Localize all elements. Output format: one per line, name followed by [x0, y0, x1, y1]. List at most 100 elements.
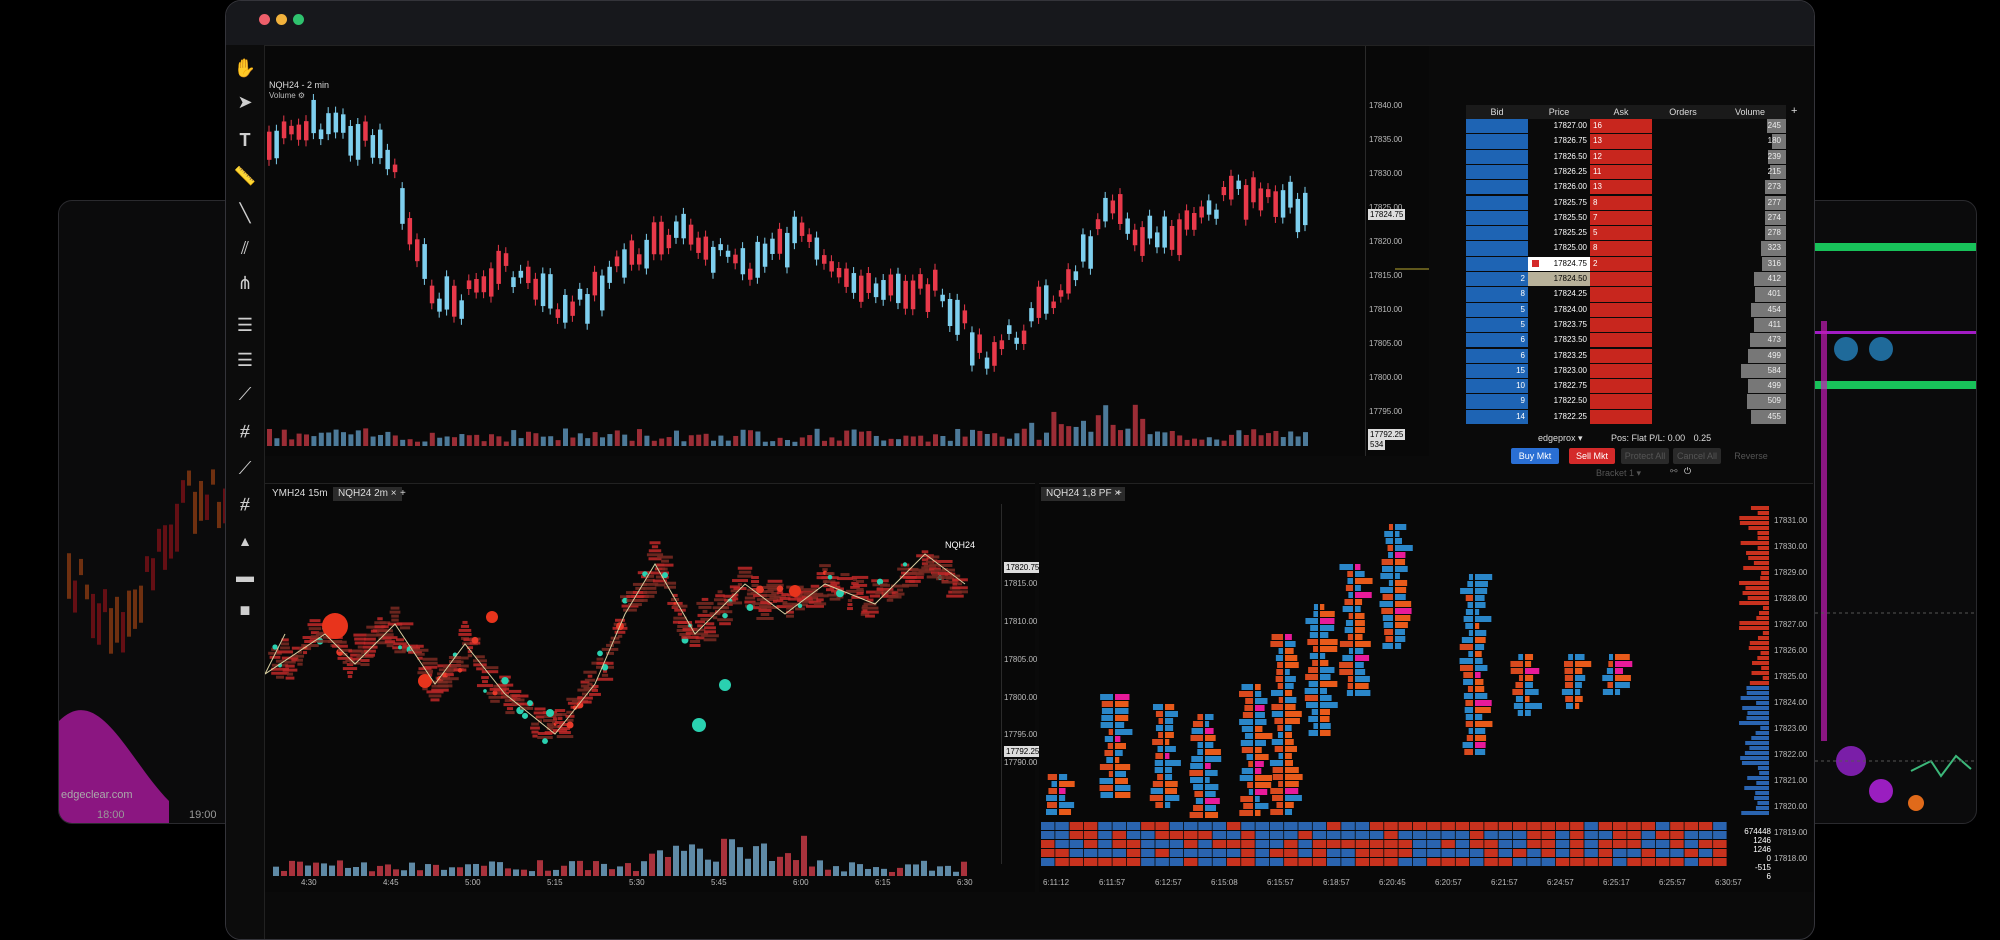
footprint-bid-cell: [1099, 778, 1113, 784]
add-column-icon[interactable]: +: [1791, 105, 1797, 117]
close-window-button[interactable]: [259, 14, 270, 25]
delta-cell: [1598, 822, 1613, 830]
reverse-button[interactable]: Reverse: [1728, 448, 1774, 464]
footprint-ask-cell: [1255, 761, 1264, 767]
large-trade-bubble: [486, 611, 498, 623]
volume-bar: [822, 440, 827, 446]
extended-line-icon[interactable]: ⟋: [230, 455, 260, 481]
volume-bar: [385, 431, 391, 446]
volume-bar: [836, 440, 842, 446]
trade-bubble: [521, 712, 529, 719]
footprint-cell: [786, 614, 794, 618]
candle: [400, 188, 405, 224]
delta-cell: [1355, 858, 1370, 866]
maximize-window-button[interactable]: [293, 14, 304, 25]
price-ladder[interactable]: Bid Price Ask Orders Volume + 17827.00 16 245 1…: [1466, 105, 1806, 483]
price-tick: 17810.00: [1369, 305, 1403, 314]
footprint-bid-cell: [1380, 587, 1393, 593]
volume-bar: [526, 431, 531, 446]
bracket-select[interactable]: Bracket 1 ▾: [1596, 466, 1656, 480]
hand-icon[interactable]: ✋: [230, 55, 260, 81]
gann-fan-icon[interactable]: ⧣: [230, 490, 260, 516]
candle: [1155, 232, 1160, 248]
delta-cell: [1298, 840, 1312, 848]
fixed-profile-icon[interactable]: ☰: [230, 347, 260, 373]
delta-cell: [1427, 822, 1441, 830]
working-order-marker[interactable]: [1532, 259, 1539, 267]
buy-market-button[interactable]: Buy Mkt: [1511, 448, 1559, 464]
delta-cell: [1470, 822, 1484, 830]
footprint-cell: [816, 598, 824, 602]
protect-all-button[interactable]: Protect All: [1621, 448, 1669, 464]
candle: [1236, 180, 1241, 189]
footprint-ask-cell: [1205, 770, 1218, 776]
footprint-ask-cell: [1165, 795, 1180, 801]
volume-bar: [1066, 426, 1072, 446]
footprint-ask-cell: [1395, 615, 1411, 621]
delta-cell: [1141, 858, 1155, 866]
delta-cell: [1427, 840, 1441, 848]
footprint-ask-cell: [1475, 651, 1482, 657]
volume-bar: [609, 869, 615, 876]
volume-bar: [441, 869, 447, 876]
footprint-bid-cell: [1149, 795, 1163, 801]
line-tool-icon[interactable]: ╲: [230, 200, 260, 226]
square-tool-icon[interactable]: ■: [230, 597, 260, 623]
pitchfork-icon[interactable]: ⋔: [230, 270, 260, 296]
footprint-ask-cell: [1575, 696, 1583, 702]
footprint-ask-cell: [1320, 674, 1331, 680]
volume-bar: [651, 440, 657, 446]
volume-profile-icon[interactable]: ☰: [230, 312, 260, 338]
footprint-cell: [902, 583, 918, 587]
footprint-ask-cell: [1475, 574, 1493, 580]
candle: [696, 237, 701, 253]
account-select[interactable]: edgeprox ▾: [1538, 431, 1598, 445]
bottom-left-chart-panel[interactable]: YMH24 15m NQH24 2m × + NQH24 17820.75 178…: [265, 483, 1042, 892]
power-icon[interactable]: ⏻: [1684, 466, 1691, 477]
footprint-bid-cell: [1463, 616, 1473, 622]
right-background-card: [1790, 200, 1977, 824]
candle: [814, 237, 820, 260]
ruler-icon[interactable]: 📏: [230, 163, 260, 189]
volume-profile-bar: [1757, 531, 1769, 535]
volume-bar: [1051, 411, 1057, 446]
candle: [1251, 177, 1256, 203]
volume-bar: [511, 430, 517, 446]
volume-bar: [296, 433, 302, 446]
delta-cell: [1369, 858, 1384, 866]
price-tick: 17840.00: [1369, 101, 1403, 110]
top-candlestick-chart[interactable]: NQH24 - 2 min Volume ⚙ 17840.00 17835.00 1…: [265, 46, 1429, 456]
pointer-icon[interactable]: ➤: [230, 89, 260, 115]
delta-cell: [1641, 858, 1656, 866]
volume-bar: [1007, 438, 1012, 446]
cancel-all-button[interactable]: Cancel All: [1673, 448, 1721, 464]
trade-bubble: [902, 562, 908, 567]
delta-cell: [1427, 831, 1441, 839]
link-icon[interactable]: ⚯: [1670, 466, 1678, 477]
footprint-ask-cell: [1255, 747, 1262, 753]
minimize-window-button[interactable]: [276, 14, 287, 25]
volume-bar: [745, 858, 751, 876]
footprint-bid-cell: [1245, 698, 1253, 704]
footprint-cell: [531, 722, 539, 726]
triangle-icon[interactable]: ▲: [230, 528, 260, 554]
ray-tool-icon[interactable]: ⟋: [230, 381, 260, 407]
fib-tool-icon[interactable]: ⧣: [230, 417, 260, 443]
position-readout: Pos: Flat P/L: 0.00 0.25: [1611, 433, 1712, 443]
ladder-volume-cell: 274: [1767, 212, 1781, 222]
volume-bar: [644, 435, 650, 446]
candle: [311, 99, 316, 134]
footprint-bid-cell: [1463, 672, 1473, 678]
footprint-cell: [623, 608, 637, 612]
footprint-ask-cell: [1475, 616, 1492, 622]
sell-market-button[interactable]: Sell Mkt: [1569, 448, 1615, 464]
bottom-right-chart-panel[interactable]: NQH24 1,8 PF × + 17831.00 17830.00 17829.0…: [1039, 483, 1813, 892]
footprint-bid-cell: [1607, 682, 1613, 688]
footprint-ask-cell: [1320, 688, 1327, 694]
rectangle-tool-icon[interactable]: ▬: [230, 563, 260, 589]
price-tick: 17829.00: [1774, 568, 1808, 577]
delta-cell: [1327, 822, 1341, 830]
channel-tool-icon[interactable]: ⫽: [230, 235, 260, 261]
text-tool-icon[interactable]: T: [230, 127, 260, 153]
delta-cell: [1255, 858, 1269, 866]
